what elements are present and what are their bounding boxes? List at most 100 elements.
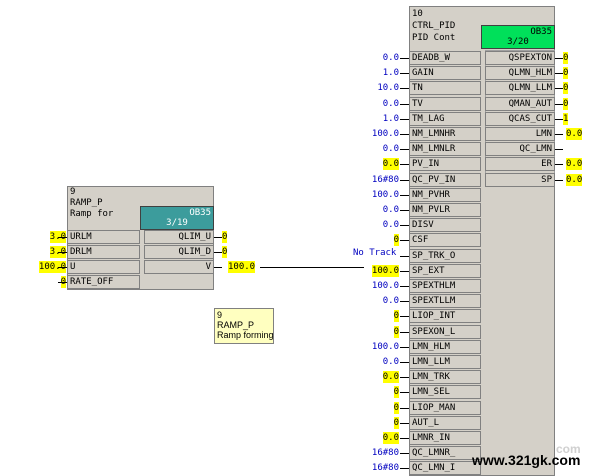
pid-input-value[interactable]: 100.0 [372,189,399,201]
pid-input-value[interactable]: 0 [393,402,399,414]
pid-input-value[interactable]: 100.0 [372,128,399,140]
pid-input-value[interactable]: 0 [393,310,399,322]
pid-input-pin[interactable]: NM_LMNLR [409,142,481,156]
block-comment-note[interactable]: 9 RAMP_P Ramp forming [214,308,274,344]
pid-input-value[interactable]: 0.0 [383,143,399,155]
ramp-input-stub [58,282,67,283]
pid-input-value[interactable]: 16#80 [372,447,399,459]
pid-input-value[interactable]: 0.0 [383,295,399,307]
pid-output-pin[interactable]: LMN [485,127,555,141]
pid-output-value[interactable]: 0 [563,98,569,110]
pid-input-pin[interactable]: SPEXTHLM [409,279,481,293]
pid-output-pin[interactable]: QLMN_LLM [485,81,555,95]
pid-block-name: CTRL_PID [412,21,456,31]
pid-input-pin[interactable]: QC_LMNR_ [409,446,481,460]
pid-input-pin[interactable]: LMNR_IN [409,431,481,445]
pid-output-value[interactable]: 0 [563,82,569,94]
pid-input-pin[interactable]: LMN_TRK [409,370,481,384]
pid-input-stub [400,210,409,211]
pid-input-value[interactable]: 0.0 [382,432,399,444]
pid-input-value[interactable]: 0.0 [383,98,399,110]
pid-input-value[interactable]: 0 [393,234,399,246]
pid-input-value[interactable]: 0.0 [382,158,399,170]
pid-output-pin[interactable]: QLMN_HLM [485,66,555,80]
pid-input-value[interactable]: 100.0 [372,341,399,353]
pid-output-pin[interactable]: QMAN_AUT [485,97,555,111]
pid-input-value[interactable]: 0.0 [383,356,399,368]
pid-output-value[interactable]: 0.0 [566,174,583,186]
pid-input-value[interactable]: 16#80 [372,462,399,474]
ramp-output-pin[interactable]: V [144,260,214,274]
pid-output-stub [555,104,563,105]
ramp-input-pin[interactable]: URLM [67,230,140,244]
pid-input-pin[interactable]: TV [409,97,481,111]
pid-input-pin[interactable]: SP_TRK_O [409,249,481,263]
pid-input-pin[interactable]: SPEXON_L [409,325,481,339]
note-line-3: Ramp forming [217,330,274,340]
pid-input-pin[interactable]: QC_LMN_I [409,461,481,475]
pid-input-pin[interactable]: TN [409,81,481,95]
pid-input-value[interactable]: 1.0 [383,67,399,79]
ramp-output-value[interactable]: 0 [222,246,228,258]
ramp-input-pin[interactable]: U [67,260,140,274]
pid-input-pin[interactable]: SP_EXT [409,264,481,278]
pid-input-value[interactable]: 0 [393,386,399,398]
pid-output-value[interactable]: 0 [563,67,569,79]
pid-output-stub [555,149,563,150]
pid-input-pin[interactable]: NM_PVHR [409,188,481,202]
ramp-input-stub [58,267,67,268]
ramp-input-stub [58,252,67,253]
pid-output-pin[interactable]: QSPEXTON [485,51,555,65]
pid-output-pin[interactable]: QCAS_CUT [485,112,555,126]
ramp-output-pin[interactable]: QLIM_U [144,230,214,244]
pid-input-stub [400,256,409,257]
pid-input-value[interactable]: 1.0 [383,113,399,125]
pid-input-pin[interactable]: DISV [409,218,481,232]
pid-input-pin[interactable]: AUT_L [409,416,481,430]
pid-input-pin[interactable]: LMN_HLM [409,340,481,354]
pid-input-pin[interactable]: GAIN [409,66,481,80]
pid-input-stub [400,73,409,74]
pid-input-value[interactable]: 0.0 [383,204,399,216]
pid-input-value[interactable]: 0 [393,417,399,429]
watermark-ghost: com [556,440,581,456]
pid-input-value[interactable]: 0 [393,326,399,338]
pid-input-pin[interactable]: NM_LMNHR [409,127,481,141]
ramp-output-value[interactable]: 0 [222,231,228,243]
pid-input-value[interactable]: 0.0 [383,52,399,64]
pid-input-pin[interactable]: QC_PV_IN [409,173,481,187]
pid-input-value[interactable]: 16#80 [372,174,399,186]
pid-input-stub [400,468,409,469]
ramp-input-pin[interactable]: DRLM [67,245,140,259]
ramp-block-name: RAMP_P [70,198,103,208]
pid-output-value[interactable]: 0.0 [566,128,583,140]
pid-input-pin[interactable]: LMN_LLM [409,355,481,369]
pid-input-pin[interactable]: CSF [409,233,481,247]
ramp-output-value[interactable]: 100.0 [228,261,256,273]
pid-input-pin[interactable]: TM_LAG [409,112,481,126]
pid-input-pin[interactable]: LIOP_INT [409,309,481,323]
pid-input-value[interactable]: 0.0 [382,371,399,383]
pid-input-stub [400,423,409,424]
pid-input-value[interactable]: 10.0 [377,82,399,94]
pid-output-pin[interactable]: ER [485,157,555,171]
pid-input-pin[interactable]: PV_IN [409,157,481,171]
pid-input-value[interactable]: 100.0 [372,280,399,292]
pid-output-value[interactable]: 0.0 [566,158,583,170]
pid-input-pin[interactable]: LIOP_MAN [409,401,481,415]
pid-input-pin[interactable]: DEADB_W [409,51,481,65]
pid-input-stub [400,392,409,393]
pid-input-value[interactable]: 0.0 [383,219,399,231]
pid-input-value[interactable]: 100.0 [371,265,399,277]
pid-output-stub [555,119,563,120]
pid-input-pin[interactable]: LMN_SEL [409,385,481,399]
pid-output-value[interactable]: 0 [563,52,569,64]
ramp-output-pin[interactable]: QLIM_D [144,245,214,259]
ramp-input-pin[interactable]: RATE_OFF [67,275,140,289]
pid-input-pin[interactable]: NM_PVLR [409,203,481,217]
pid-output-pin[interactable]: QC_LMN [485,142,555,156]
pid-output-value[interactable]: 1 [563,113,569,125]
pid-input-pin[interactable]: SPEXTLLM [409,294,481,308]
pid-input-stub [400,240,409,241]
pid-output-pin[interactable]: SP [485,173,555,187]
